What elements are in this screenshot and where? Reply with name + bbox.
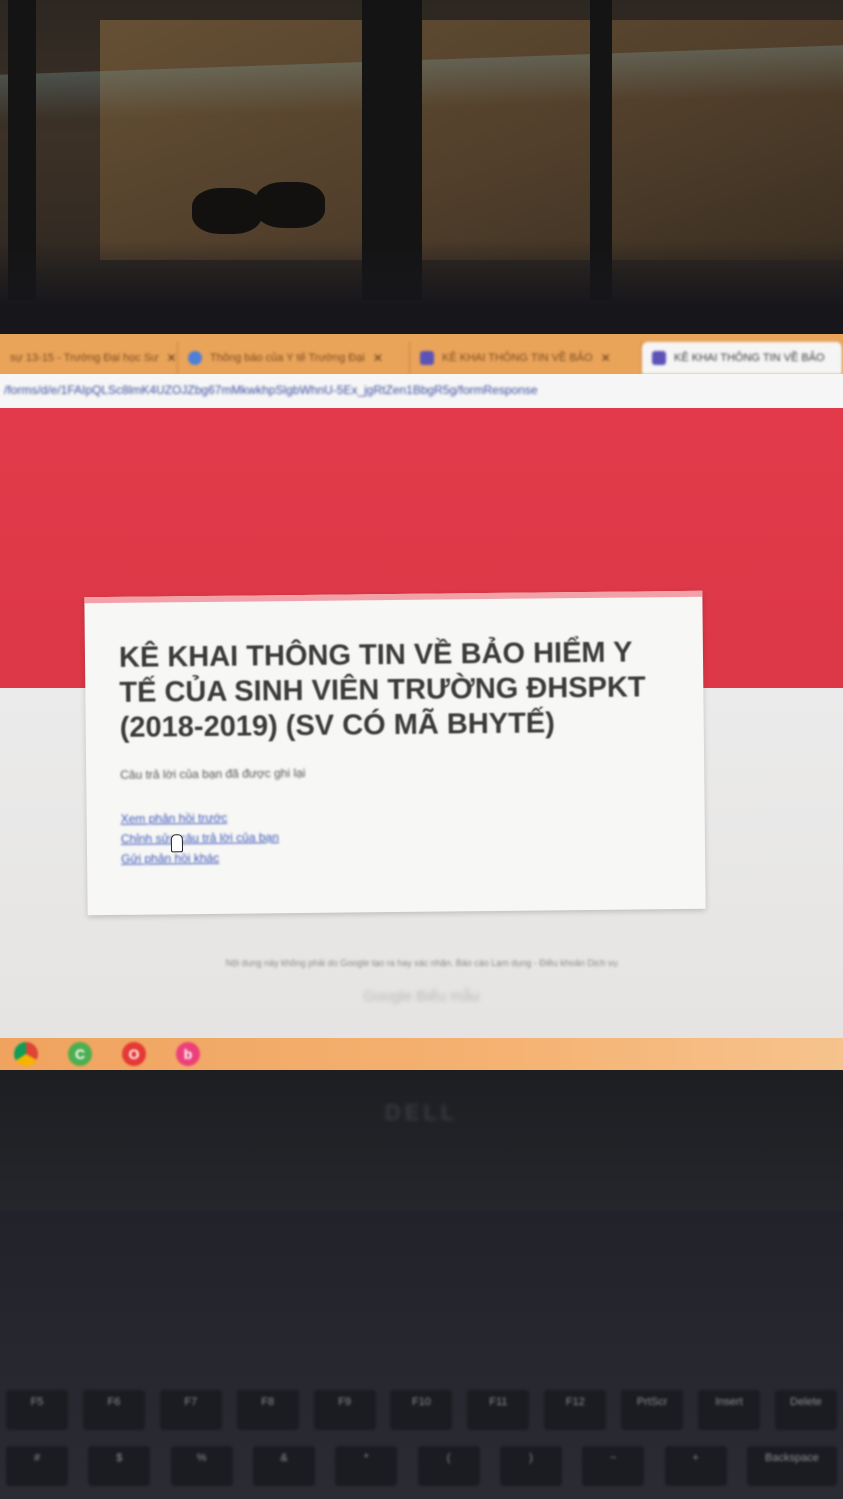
browser-tab-active[interactable]: KÊ KHAI THÔNG TIN VỀ BẢO xyxy=(642,342,843,374)
chrome-icon[interactable] xyxy=(14,1042,38,1066)
key[interactable]: − xyxy=(582,1446,645,1486)
close-tab-icon[interactable]: ✕ xyxy=(167,351,177,365)
form-disclaimer: Nội dung này không phải do Google tạo ra… xyxy=(225,958,618,968)
confirmation-message: Câu trả lời của bạn đã được ghi lại xyxy=(120,765,306,782)
close-tab-icon[interactable]: ✕ xyxy=(373,351,383,365)
key[interactable]: # xyxy=(6,1446,68,1486)
key[interactable]: F7 xyxy=(159,1390,222,1430)
tab-title: Thông báo của Y tế Trường Đại xyxy=(210,352,365,364)
browser-tab[interactable]: KÊ KHAI THÔNG TIN VỀ BẢO ✕ xyxy=(410,342,642,374)
url-text[interactable]: /forms/d/e/1FAIpQLSc8lmK4UZOJZbg67mMkwkh… xyxy=(4,383,538,397)
address-bar[interactable]: /forms/d/e/1FAIpQLSc8lmK4UZOJZbg67mMkwkh… xyxy=(0,374,843,409)
key[interactable]: % xyxy=(170,1446,233,1486)
key[interactable]: ) xyxy=(499,1446,562,1486)
browser-tab[interactable]: sự 13-15 - Trường Đại học Sư ✕ xyxy=(0,342,178,374)
key[interactable]: F6 xyxy=(82,1390,145,1430)
shoe xyxy=(192,188,262,234)
key[interactable]: & xyxy=(252,1446,315,1486)
view-previous-responses-link[interactable]: Xem phản hồi trước xyxy=(121,806,671,826)
tab-title: KÊ KHAI THÔNG TIN VỀ BẢO xyxy=(674,352,825,364)
key[interactable]: F5 xyxy=(6,1390,68,1430)
key[interactable]: PrtScr xyxy=(621,1390,684,1430)
google-forms-icon xyxy=(652,351,666,365)
form-response-card: KÊ KHAI THÔNG TIN VỀ BẢO HIỂM Y TẾ CỦA S… xyxy=(84,590,706,916)
key[interactable]: F11 xyxy=(467,1390,530,1430)
google-forms-logo: Google Biểu mẫu xyxy=(363,988,480,1005)
backspace-key[interactable]: Backspace xyxy=(746,1446,837,1486)
key[interactable]: F9 xyxy=(313,1390,376,1430)
key[interactable]: Insert xyxy=(698,1390,761,1430)
submit-another-response-link[interactable]: Gửi phản hồi khác xyxy=(121,846,671,866)
response-links: Xem phản hồi trước Chỉnh sửa câu trả lời… xyxy=(121,806,672,866)
key[interactable]: F12 xyxy=(544,1390,607,1430)
key[interactable]: ( xyxy=(417,1446,480,1486)
laptop-screen: sự 13-15 - Trường Đại học Sư ✕ Thông báo… xyxy=(0,334,843,1070)
close-tab-icon[interactable]: ✕ xyxy=(601,351,611,365)
coccoc-icon[interactable]: C xyxy=(68,1042,92,1066)
background-room xyxy=(0,0,843,340)
globe-icon xyxy=(188,351,202,365)
mouse-cursor-icon xyxy=(170,834,184,853)
tab-title: sự 13-15 - Trường Đại học Sư xyxy=(10,352,159,364)
key[interactable]: F10 xyxy=(390,1390,453,1430)
laptop-bezel xyxy=(0,1070,843,1210)
key[interactable]: Delete xyxy=(774,1390,837,1430)
form-title: KÊ KHAI THÔNG TIN VỀ BẢO HIỂM Y TẾ CỦA S… xyxy=(118,636,646,744)
windows-taskbar: C O b xyxy=(0,1038,843,1070)
key[interactable]: + xyxy=(664,1446,727,1486)
function-key-row: F5 F6 F7 F8 F9 F10 F11 F12 PrtScr Insert… xyxy=(0,1390,843,1430)
key[interactable]: * xyxy=(335,1446,398,1486)
number-key-row: # $ % & * ( ) − + Backspace xyxy=(0,1446,843,1486)
key[interactable]: F8 xyxy=(236,1390,299,1430)
laptop-brand-logo: DELL xyxy=(384,1100,459,1125)
app-icon[interactable]: b xyxy=(176,1042,200,1066)
shoe xyxy=(255,182,325,228)
opera-icon[interactable]: O xyxy=(122,1042,146,1066)
browser-tab[interactable]: Thông báo của Y tế Trường Đại ✕ xyxy=(178,342,410,374)
tab-title: KÊ KHAI THÔNG TIN VỀ BẢO xyxy=(442,352,593,364)
browser-tab-bar: sự 13-15 - Trường Đại học Sư ✕ Thông báo… xyxy=(0,334,843,374)
edit-response-link[interactable]: Chỉnh sửa câu trả lời của bạn xyxy=(121,826,671,846)
laptop-keyboard: F5 F6 F7 F8 F9 F10 F11 F12 PrtScr Insert… xyxy=(0,1210,843,1499)
google-forms-icon xyxy=(420,351,434,365)
screen-bezel-top xyxy=(0,240,843,340)
key[interactable]: $ xyxy=(88,1446,151,1486)
